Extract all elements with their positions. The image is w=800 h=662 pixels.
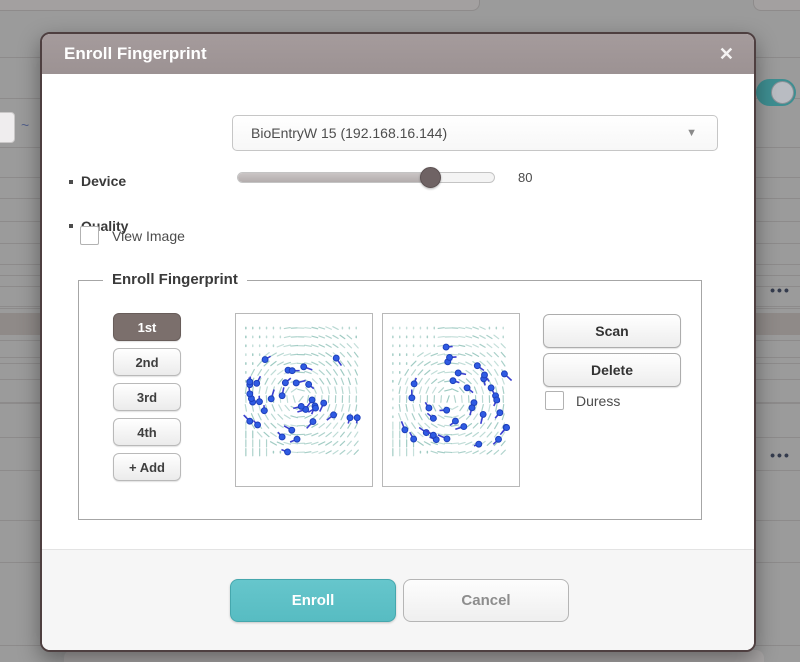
finger-slot-4th-button[interactable]: 4th [113, 418, 181, 446]
background-toggle-on[interactable] [756, 79, 796, 106]
dialog-body: Device BioEntryW 15 (192.168.16.144) ▼ Q… [42, 74, 754, 549]
chevron-down-icon: ▼ [686, 116, 697, 150]
quality-value: 80 [518, 170, 532, 185]
section-legend: Enroll Fingerprint [103, 271, 247, 288]
finger-slot-1st-button[interactable]: 1st [113, 313, 181, 341]
finger-slot-add-button[interactable]: + Add [113, 453, 181, 481]
dialog-header: Enroll Fingerprint ✕ [42, 34, 754, 74]
finger-slot-3rd-button[interactable]: 3rd [113, 383, 181, 411]
device-select-value: BioEntryW 15 (192.168.16.144) [251, 116, 447, 150]
scan-button[interactable]: Scan [543, 314, 681, 348]
background-panel-edge [0, 0, 480, 11]
quality-slider-handle[interactable] [420, 167, 441, 188]
bullet-icon [69, 224, 73, 228]
quality-slider-fill [238, 173, 430, 182]
row-more-button[interactable]: ••• [761, 447, 800, 463]
bullet-icon [69, 180, 73, 184]
device-select[interactable]: BioEntryW 15 (192.168.16.144) ▼ [232, 115, 718, 151]
background-range-tilde: ~ [21, 117, 29, 133]
dialog-title: Enroll Fingerprint [64, 34, 207, 74]
background-panel-edge [753, 0, 800, 11]
delete-button[interactable]: Delete [543, 353, 681, 387]
fingerprint-image-2 [382, 313, 520, 487]
toggle-knob [771, 81, 794, 104]
enroll-button[interactable]: Enroll [230, 579, 396, 622]
dialog-footer: Enroll Cancel [42, 549, 754, 650]
fingerprint-image-1 [235, 313, 373, 487]
finger-slot-list: 1st 2nd 3rd 4th + Add [113, 313, 181, 488]
cancel-button[interactable]: Cancel [403, 579, 569, 622]
finger-slot-2nd-button[interactable]: 2nd [113, 348, 181, 376]
view-image-label: View Image [112, 228, 185, 244]
enroll-fingerprint-section: Enroll Fingerprint 1st2nd3rd4th+ Add Sca… [78, 280, 702, 520]
background-date-input[interactable] [0, 112, 15, 143]
duress-label: Duress [576, 393, 620, 409]
quality-slider[interactable] [237, 172, 495, 183]
row-more-button[interactable]: ••• [761, 282, 800, 298]
duress-checkbox[interactable] [545, 391, 564, 410]
view-image-checkbox[interactable] [80, 226, 99, 245]
enroll-fingerprint-dialog: Enroll Fingerprint ✕ Device BioEntryW 15… [40, 32, 756, 652]
device-label: Device [81, 173, 126, 189]
close-icon[interactable]: ✕ [719, 34, 734, 74]
